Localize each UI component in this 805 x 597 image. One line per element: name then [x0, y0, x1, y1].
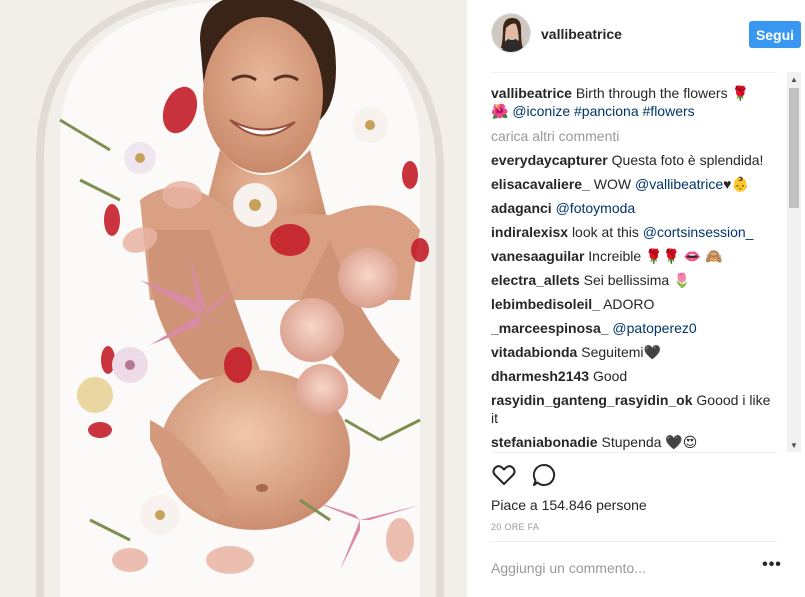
- header-username[interactable]: vallibeatrice: [541, 26, 622, 42]
- comment-username[interactable]: elisacavaliere_: [491, 176, 590, 192]
- comment-item: indiralexisx look at this @cortsinsessio…: [491, 223, 777, 241]
- comment-item: _marceespinosa_ @patoperez0: [491, 319, 777, 337]
- comment-item: rasyidin_ganteng_rasyidin_ok Goood i lik…: [491, 391, 777, 427]
- comment-username[interactable]: indiralexisx: [491, 224, 568, 240]
- instagram-post-modal: vallibeatrice Segui vallibeatrice Birth …: [0, 0, 805, 597]
- comment-item: lebimbedisoleil_ ADORO: [491, 295, 777, 313]
- comment-emoji: ♥👶: [723, 176, 749, 192]
- scroll-up-arrow-icon[interactable]: ▲: [787, 72, 801, 86]
- caption-text: Birth through the flowers 🌹: [575, 85, 749, 101]
- comment-username[interactable]: electra_allets: [491, 272, 580, 288]
- speech-bubble-icon[interactable]: [531, 462, 557, 488]
- comment-text: ADORO: [603, 296, 655, 312]
- profile-photo: [492, 14, 530, 52]
- comment-input[interactable]: [491, 557, 741, 579]
- comment-text: Stupenda 🖤😍: [601, 434, 698, 450]
- caption-tags[interactable]: @iconize #panciona #flowers: [512, 103, 694, 119]
- comment-username[interactable]: lebimbedisoleil_: [491, 296, 600, 312]
- scroll-down-arrow-icon[interactable]: ▼: [787, 438, 801, 452]
- comment-mention[interactable]: @fotoymoda: [556, 200, 636, 216]
- comment-text: Sei bellissima 🌷: [583, 272, 691, 288]
- comment-item: everydaycapturer Questa foto è splendida…: [491, 151, 777, 169]
- comment-text: Questa foto è splendida!: [611, 152, 764, 168]
- comment-item: stefaniabonadie Stupenda 🖤😍: [491, 433, 777, 451]
- comment-mention[interactable]: @cortsinsession_: [643, 224, 754, 240]
- comment-text: WOW: [593, 176, 632, 192]
- comment-item: vanesaaguilar Increible 🌹🌹 👄 🙈: [491, 247, 777, 265]
- comments-scrollbar[interactable]: ▲ ▼: [787, 72, 801, 452]
- input-divider: [491, 541, 777, 542]
- comment-text: Increible 🌹🌹 👄 🙈: [588, 248, 723, 264]
- post-timestamp[interactable]: 20 ORE FA: [491, 522, 539, 532]
- comment-text: Good: [592, 368, 628, 384]
- comment-text: Seguitemi🖤: [581, 344, 661, 360]
- follow-button[interactable]: Segui: [749, 21, 801, 48]
- comment-username[interactable]: rasyidin_ganteng_rasyidin_ok: [491, 392, 693, 408]
- post-sidebar: vallibeatrice Segui vallibeatrice Birth …: [467, 0, 805, 597]
- comments-divider: [491, 452, 777, 453]
- comment-username[interactable]: everydaycapturer: [491, 152, 608, 168]
- post-photo[interactable]: [0, 0, 467, 597]
- comment-username[interactable]: dharmesh2143: [491, 368, 589, 384]
- scrollbar-thumb[interactable]: [789, 88, 799, 208]
- comment-item: elisacavaliere_ WOW @vallibeatrice♥👶: [491, 175, 777, 193]
- comment-username[interactable]: vanesaaguilar: [491, 248, 584, 264]
- comments-list: vallibeatrice Birth through the flowers …: [491, 84, 777, 452]
- comment-username[interactable]: adaganci: [491, 200, 552, 216]
- caption-username[interactable]: vallibeatrice: [491, 85, 572, 101]
- comment-mention[interactable]: @vallibeatrice: [635, 176, 723, 192]
- comment-item: electra_allets Sei bellissima 🌷: [491, 271, 777, 289]
- comment-item: dharmesh2143 Good: [491, 367, 777, 385]
- avatar[interactable]: [491, 13, 531, 53]
- likes-count[interactable]: Piace a 154.846 persone: [491, 497, 647, 513]
- comment-username[interactable]: vitadabionda: [491, 344, 577, 360]
- bathtub-flowers-image: [0, 0, 467, 597]
- caption: vallibeatrice Birth through the flowers …: [491, 84, 777, 120]
- comment-username[interactable]: _marceespinosa_: [491, 320, 609, 336]
- header-divider: [491, 72, 777, 73]
- heart-outline-icon[interactable]: [491, 462, 517, 488]
- more-options-button[interactable]: •••: [762, 557, 782, 578]
- comment-item: vitadabionda Seguitemi🖤: [491, 343, 777, 361]
- load-more-comments[interactable]: carica altri commenti: [491, 128, 777, 144]
- hibiscus-emoji: 🌺: [491, 103, 509, 119]
- comment-text: look at this: [571, 224, 639, 240]
- comment-mention[interactable]: @patoperez0: [612, 320, 696, 336]
- post-header: vallibeatrice Segui: [491, 12, 801, 57]
- comment-username[interactable]: stefaniabonadie: [491, 434, 598, 450]
- comment-item: adaganci @fotoymoda: [491, 199, 777, 217]
